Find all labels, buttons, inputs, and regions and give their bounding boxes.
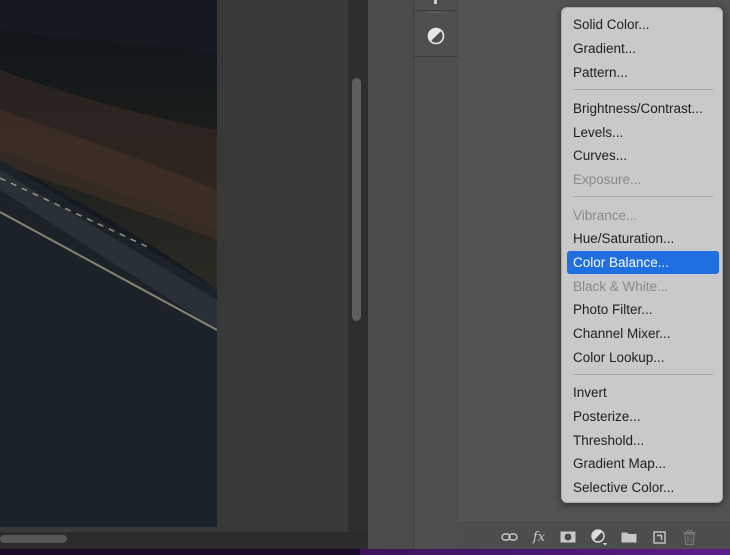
adjustments-icon: [427, 27, 445, 45]
new-layer-icon[interactable]: [648, 527, 670, 547]
menu-item-exposure: Exposure...: [573, 172, 642, 187]
horizontal-scroll-thumb[interactable]: [0, 535, 67, 543]
menu-item-invert[interactable]: Invert: [567, 381, 719, 404]
menu-item-gradient[interactable]: Gradient...: [567, 37, 719, 60]
menu-separator: [573, 89, 713, 90]
menu-separator: [573, 196, 713, 197]
menu-item-levels[interactable]: Levels...: [567, 121, 719, 144]
fx-icon[interactable]: fx: [528, 527, 550, 547]
new-group-folder-icon[interactable]: [618, 527, 640, 547]
adjustment-layer-icon[interactable]: [588, 527, 610, 547]
panel-gutter: [368, 0, 413, 549]
collapsed-panel-column: [413, 0, 459, 549]
menu-item-color-balance[interactable]: Color Balance...: [567, 251, 719, 274]
menu-item-posterize[interactable]: Posterize...: [567, 405, 719, 428]
link-layers-icon[interactable]: [498, 527, 520, 547]
vertical-scroll-thumb[interactable]: [352, 78, 361, 321]
menu-item-pattern[interactable]: Pattern...: [567, 61, 719, 84]
menu-item-black-white: Black & White...: [573, 279, 669, 294]
panel-grip[interactable]: [428, 12, 444, 15]
new-adjustment-layer-menu: Solid Color... Gradient... Pattern... Br…: [561, 7, 723, 503]
menu-separator: [573, 374, 713, 375]
adjustments-panel-button[interactable]: [414, 16, 458, 57]
menu-item-gradient-map[interactable]: Gradient Map...: [567, 452, 719, 475]
menu-item-solid-color[interactable]: Solid Color...: [567, 13, 719, 36]
collapsed-panel-tab[interactable]: [414, 0, 458, 11]
menu-item-channel-mixer[interactable]: Channel Mixer...: [567, 322, 719, 345]
road-photo: [0, 0, 217, 527]
layer-mask-icon[interactable]: [557, 527, 579, 547]
menu-item-selective-color[interactable]: Selective Color...: [567, 476, 719, 499]
menu-item-curves[interactable]: Curves...: [567, 144, 719, 167]
menu-item-hue-saturation[interactable]: Hue/Saturation...: [567, 227, 719, 250]
menu-item-vibrance: Vibrance...: [573, 208, 638, 223]
menu-item-photo-filter[interactable]: Photo Filter...: [567, 298, 719, 321]
layers-panel-footer: fx: [458, 522, 730, 550]
fx-label: fx: [532, 529, 546, 545]
window-bottom-edge: [0, 549, 730, 555]
pasteboard: [217, 0, 348, 532]
menu-item-color-lookup[interactable]: Color Lookup...: [567, 346, 719, 369]
menu-item-brightness-contrast[interactable]: Brightness/Contrast...: [567, 97, 719, 120]
menu-item-threshold[interactable]: Threshold...: [567, 429, 719, 452]
trash-icon[interactable]: [678, 527, 700, 547]
document-canvas[interactable]: [0, 0, 348, 532]
